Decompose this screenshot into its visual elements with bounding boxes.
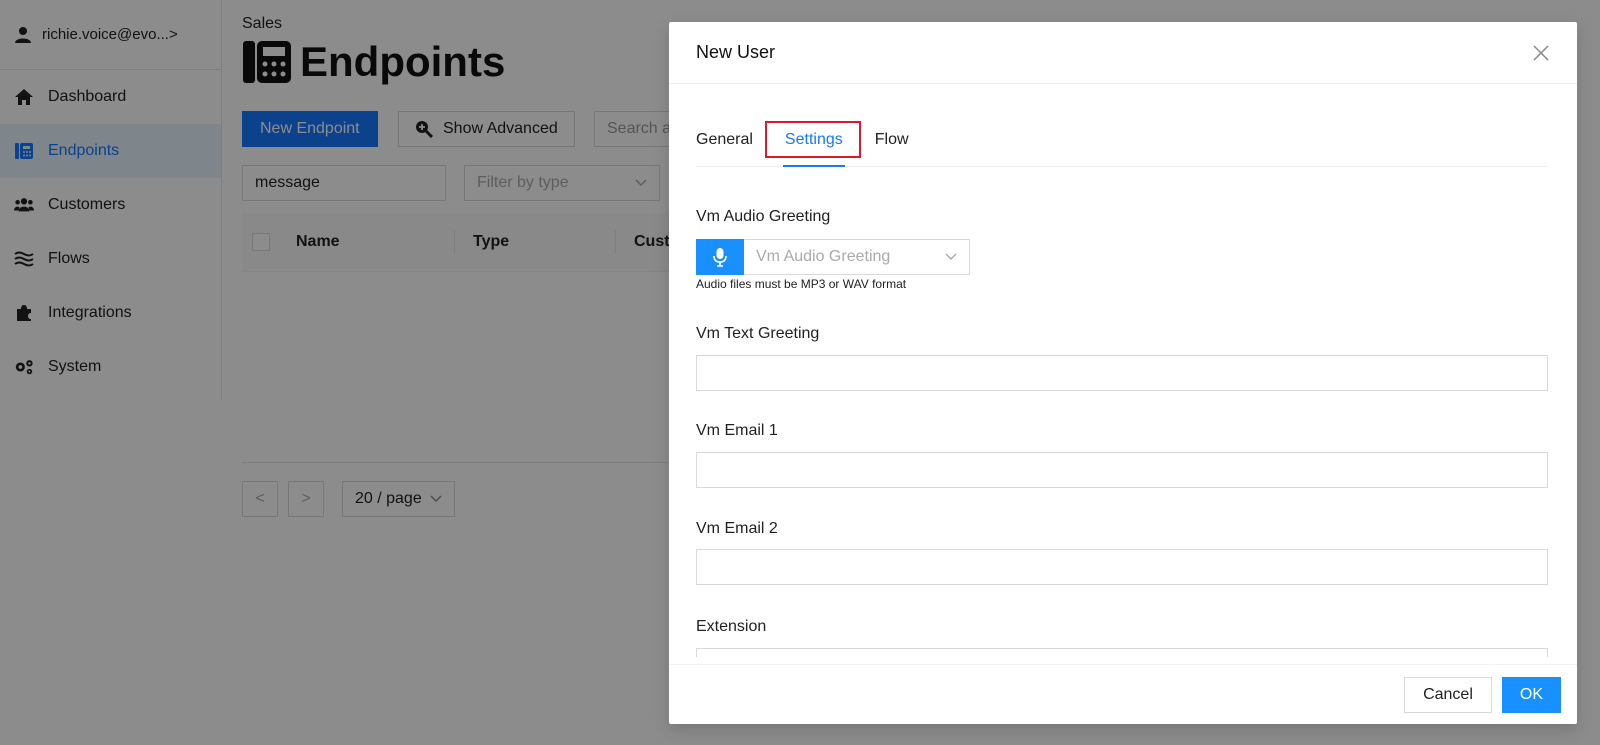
vm-text-greeting-label: Vm Text Greeting (696, 325, 820, 342)
extension-label: Extension (696, 618, 767, 635)
vm-audio-greeting-label: Vm Audio Greeting (696, 208, 831, 225)
vm-email-2-label: Vm Email 2 (696, 520, 778, 537)
upload-audio-button[interactable] (696, 239, 744, 275)
tab-general[interactable]: General (696, 125, 753, 167)
ok-button[interactable]: OK (1501, 676, 1561, 713)
tab-settings[interactable]: Settings (764, 121, 861, 167)
active-tab-underline (782, 165, 845, 167)
chevron-down-icon (945, 253, 957, 260)
modal-header: New User (669, 22, 1577, 84)
audio-format-hint: Audio files must be MP3 or WAV format (696, 277, 907, 291)
vm-text-greeting-input[interactable] (696, 355, 1548, 391)
cancel-button[interactable]: Cancel (1404, 676, 1492, 713)
highlight-box (764, 121, 861, 158)
vm-email-1-label: Vm Email 1 (696, 422, 778, 439)
new-user-modal: New User General Settings Flow Vm Audio … (669, 22, 1577, 724)
tab-label: General (696, 131, 753, 148)
extension-input[interactable] (696, 648, 1548, 657)
tab-label: Flow (874, 131, 909, 148)
vm-audio-greeting-placeholder: Vm Audio Greeting (756, 248, 891, 265)
microphone-icon (713, 248, 727, 267)
vm-email-1-input[interactable] (696, 452, 1548, 488)
vm-audio-greeting-select[interactable]: Vm Audio Greeting (744, 239, 970, 275)
vm-audio-greeting-control: Vm Audio Greeting (696, 239, 970, 275)
modal-title: New User (696, 42, 776, 62)
modal-footer: Cancel OK (669, 664, 1577, 724)
modal-body: Vm Audio Greeting Vm Audio Greeting Audi… (696, 182, 1548, 657)
modal-tabs: General Settings Flow (696, 121, 1548, 167)
close-icon[interactable] (1532, 44, 1550, 62)
vm-email-2-input[interactable] (696, 549, 1548, 585)
tab-flow[interactable]: Flow (875, 125, 909, 167)
